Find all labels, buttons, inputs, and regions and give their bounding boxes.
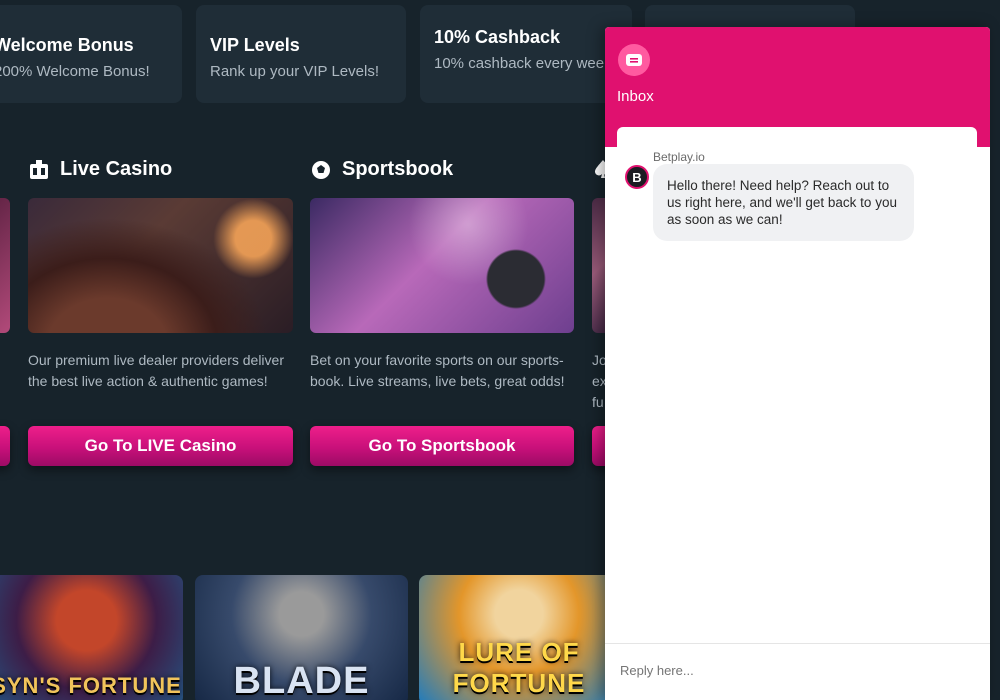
message-bubble: Hello there! Need help? Reach out to us … (653, 164, 914, 241)
message-sender: Betplay.io (653, 150, 705, 164)
section-title-live-casino: Live Casino (28, 158, 172, 181)
game-tile-lure-of-fortune[interactable]: LURE OF FORTUNE (419, 575, 619, 700)
promo-title: 10% Cashback (434, 27, 561, 47)
reply-input[interactable] (620, 663, 970, 678)
section-button-left[interactable] (0, 426, 10, 466)
go-to-sportsbook-button[interactable]: Go To Sportsbook (310, 426, 574, 466)
chat-bubble-icon (618, 44, 650, 76)
sender-avatar: B (625, 165, 649, 189)
chat-messages: Betplay.io B Hello there! Need help? Rea… (617, 127, 977, 635)
section-title-sportsbook: Sportsbook (310, 158, 453, 181)
promo-subtitle: Rank up your VIP Levels! (210, 63, 379, 80)
chat-title: Inbox (617, 88, 654, 105)
live-casino-description: Our premium live dealer providers delive… (28, 352, 284, 389)
game-title: LURE OF FORTUNE (452, 637, 586, 698)
game-tile-blade[interactable]: BLADE (195, 575, 408, 700)
avatar-letter: B (632, 169, 642, 185)
promo-card-welcome-bonus[interactable]: Welcome Bonus 200% Welcome Bonus! (0, 5, 182, 103)
section-description-third: Jo ex fu (592, 352, 606, 410)
chat-divider (605, 643, 990, 644)
slot-machine-icon (28, 159, 50, 181)
chat-widget: Inbox Betplay.io B Hello there! Need hel… (605, 27, 990, 700)
live-casino-image[interactable] (28, 198, 293, 333)
section-title-text: Live Casino (60, 158, 173, 180)
sportsbook-image[interactable] (310, 198, 574, 333)
promo-card-cashback[interactable]: 10% Cashback 10% cashback every week. (420, 5, 632, 103)
promo-title: VIP Levels (210, 35, 300, 55)
section-image-left (0, 198, 10, 333)
promo-subtitle: 10% cashback every week. (434, 55, 616, 72)
sportsbook-description: Bet on your favorite sports on our sport… (310, 352, 565, 389)
game-tile-syns-fortune[interactable]: SYN'S FORTUNE (0, 575, 183, 700)
promo-subtitle: 200% Welcome Bonus! (0, 63, 150, 80)
promo-card-vip-levels[interactable]: VIP Levels Rank up your VIP Levels! (196, 5, 406, 103)
game-title: SYN'S FORTUNE (0, 673, 182, 698)
soccer-ball-icon (310, 159, 332, 181)
section-title-text: Sportsbook (342, 158, 454, 180)
game-title: BLADE (233, 660, 370, 700)
promo-title: Welcome Bonus (0, 35, 134, 55)
go-to-live-casino-button[interactable]: Go To LIVE Casino (28, 426, 293, 466)
